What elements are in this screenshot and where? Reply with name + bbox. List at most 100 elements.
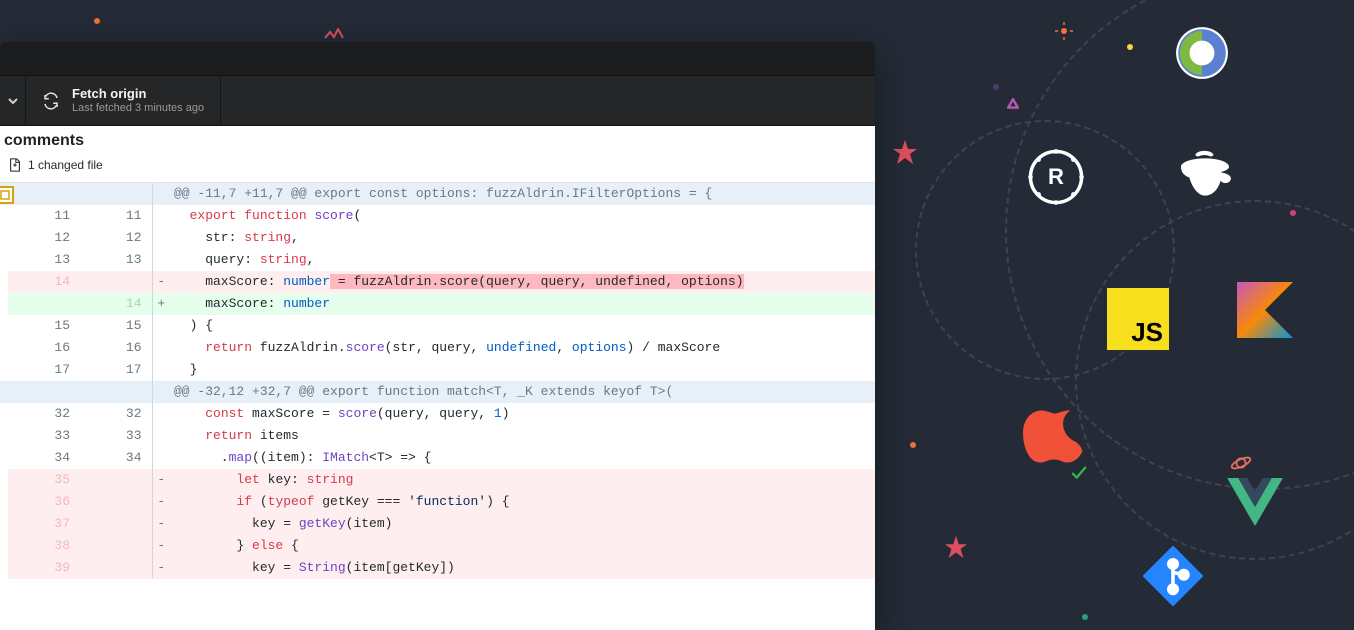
diff-row[interactable]: @@ -32,12 +32,7 @@ export function match…	[0, 381, 875, 403]
diff-row[interactable]: 14+ maxScore: number	[0, 293, 875, 315]
diff-row[interactable]: 3434 .map((item): IMatch<T> => {	[0, 447, 875, 469]
star-icon	[945, 536, 967, 558]
dot-icon	[1290, 210, 1296, 216]
diff-sign	[152, 337, 170, 359]
code-cell: export function score(	[170, 205, 875, 227]
spark-icon	[324, 28, 344, 42]
diff-sign	[152, 205, 170, 227]
line-number-new: 16	[80, 337, 152, 359]
code-cell: .map((item): IMatch<T> => {	[170, 447, 875, 469]
kotlin-icon	[1237, 282, 1293, 338]
gutter	[0, 381, 8, 403]
line-number-new: 17	[80, 359, 152, 381]
code-cell: if (typeof getKey === 'function') {	[170, 491, 875, 513]
fetch-origin-button[interactable]: Fetch origin Last fetched 3 minutes ago	[26, 76, 221, 125]
fetch-subtitle: Last fetched 3 minutes ago	[72, 101, 204, 115]
line-number-old: 38	[8, 535, 80, 557]
diff-row[interactable]: 14- maxScore: number = fuzzAldrin.score(…	[0, 271, 875, 293]
line-number-new: 12	[80, 227, 152, 249]
code-cell: query: string,	[170, 249, 875, 271]
line-number-new	[80, 469, 152, 491]
code-cell: maxScore: number	[170, 293, 875, 315]
line-number-old: 15	[8, 315, 80, 337]
git-icon	[1143, 546, 1203, 606]
back-dropdown-button[interactable]	[0, 76, 26, 125]
gutter	[0, 205, 8, 227]
gutter	[0, 337, 8, 359]
diff-sign: -	[152, 513, 170, 535]
diff-sign	[152, 403, 170, 425]
diff-sign	[152, 359, 170, 381]
diff-row[interactable]: 1111 export function score(	[0, 205, 875, 227]
diff-sign	[152, 227, 170, 249]
fetch-origin-text: Fetch origin Last fetched 3 minutes ago	[72, 86, 204, 116]
diff-row[interactable]: 39- key = String(item[getKey])	[0, 557, 875, 579]
diff-row[interactable]: 37 - key = getKey(item)	[0, 513, 875, 535]
gutter	[0, 535, 8, 557]
diff-row[interactable]: 1616 return fuzzAldrin.score(str, query,…	[0, 337, 875, 359]
line-number-new	[80, 271, 152, 293]
diff-row[interactable]: 35- let key: string	[0, 469, 875, 491]
gutter	[0, 359, 8, 381]
diff-sign: -	[152, 535, 170, 557]
window-titlebar[interactable]	[0, 42, 875, 76]
diff-row[interactable]: 36 - if (typeof getKey === 'function') {	[0, 491, 875, 513]
diff-row[interactable]: 38- } else {	[0, 535, 875, 557]
line-number-old: 12	[8, 227, 80, 249]
line-number-new: 11	[80, 205, 152, 227]
code-cell: return fuzzAldrin.score(str, query, unde…	[170, 337, 875, 359]
diff-sign	[152, 381, 170, 403]
page-title: comments	[4, 132, 867, 150]
app-window: Fetch origin Last fetched 3 minutes ago …	[0, 42, 875, 630]
diff-sign	[152, 425, 170, 447]
code-cell: ) {	[170, 315, 875, 337]
diff-row[interactable]: 1313 query: string,	[0, 249, 875, 271]
gutter	[0, 491, 8, 513]
changed-files-link[interactable]: 1 changed file	[0, 152, 875, 183]
planet-icon	[1230, 452, 1252, 474]
line-number-old: 16	[8, 337, 80, 359]
diff-sign: -	[152, 491, 170, 513]
diff-row[interactable]: 3333 return items	[0, 425, 875, 447]
changed-files-label: 1 changed file	[28, 158, 103, 172]
line-number-old: 33	[8, 425, 80, 447]
line-number-old: 35	[8, 469, 80, 491]
gutter	[0, 227, 8, 249]
diff-row[interactable]: @@ -11,7 +11,7 @@ export const options: …	[0, 183, 875, 205]
diff-sign	[152, 183, 170, 205]
line-number-old: 36	[8, 491, 80, 513]
dot-icon	[1082, 614, 1088, 620]
diff-panel: comments 1 changed file @@ -11,7 +11,7 @…	[0, 126, 875, 630]
diff-sign: +	[152, 293, 170, 315]
code-cell: key = getKey(item)	[170, 513, 875, 535]
star-icon	[893, 140, 917, 164]
line-number-old: 37	[8, 513, 80, 535]
file-diff-icon	[8, 158, 22, 172]
line-number-old: 17	[8, 359, 80, 381]
line-number-old: 34	[8, 447, 80, 469]
gutter	[0, 425, 8, 447]
line-number-new	[80, 513, 152, 535]
line-number-old: 11	[8, 205, 80, 227]
gutter	[0, 447, 8, 469]
line-number-new	[80, 557, 152, 579]
dot-icon	[94, 18, 100, 24]
expand-hunk-button[interactable]	[0, 186, 14, 204]
svg-text:R: R	[1048, 164, 1064, 189]
line-number-new: 32	[80, 403, 152, 425]
diff-row[interactable]: 1515 ) {	[0, 315, 875, 337]
line-number-new	[80, 491, 152, 513]
line-number-new: 34	[80, 447, 152, 469]
gutter	[0, 513, 8, 535]
decoration-panel: R JS	[875, 0, 1354, 630]
diff-row[interactable]: 3232 const maxScore = score(query, query…	[0, 403, 875, 425]
code-cell: }	[170, 359, 875, 381]
diff-sign	[152, 315, 170, 337]
line-number-new: 14	[80, 293, 152, 315]
line-number-new: 15	[80, 315, 152, 337]
diff-sign	[152, 249, 170, 271]
diff-row[interactable]: 1212 str: string,	[0, 227, 875, 249]
line-number-new	[80, 535, 152, 557]
diff-row[interactable]: 1717 }	[0, 359, 875, 381]
diff-sign: -	[152, 271, 170, 293]
